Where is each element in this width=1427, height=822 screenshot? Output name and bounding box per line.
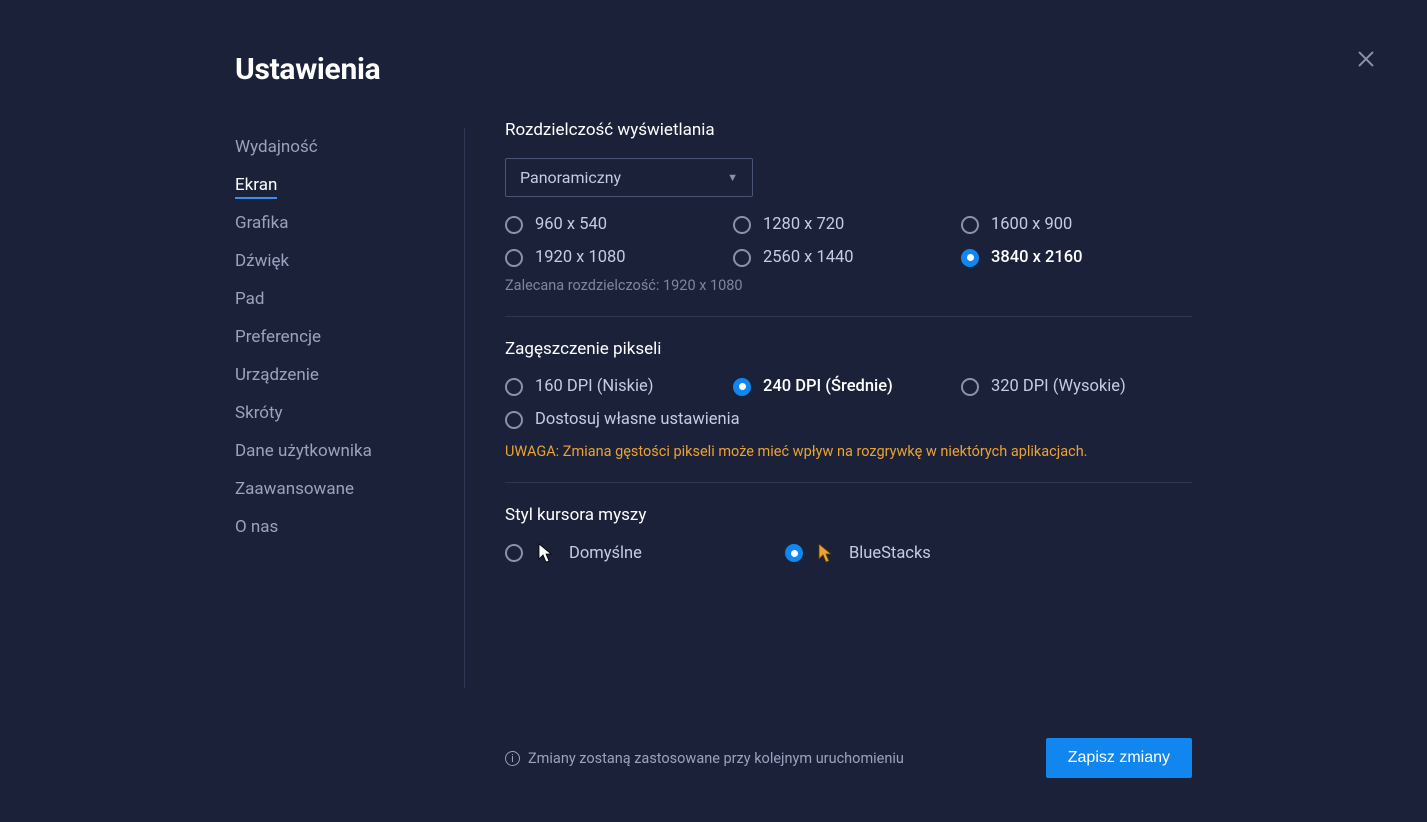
sidebar-item-4[interactable]: Pad bbox=[235, 280, 464, 318]
sidebar-item-5[interactable]: Preferencje bbox=[235, 318, 464, 356]
resolution-option-label: 1280 x 720 bbox=[763, 215, 844, 234]
radio-icon bbox=[505, 544, 523, 562]
resolution-option-5[interactable]: 3840 x 2160 bbox=[961, 248, 1189, 267]
cursor-option-label: Domyślne bbox=[569, 544, 642, 563]
aspect-ratio-value: Panoramiczny bbox=[520, 168, 621, 187]
sidebar-item-3[interactable]: Dźwięk bbox=[235, 242, 464, 280]
radio-icon bbox=[961, 216, 979, 234]
dpi-custom-option[interactable]: Dostosuj własne ustawienia bbox=[505, 410, 1192, 429]
section-title-cursor: Styl kursora myszy bbox=[505, 505, 1192, 525]
sidebar-item-label: Wydajność bbox=[235, 137, 318, 157]
resolution-option-1[interactable]: 1280 x 720 bbox=[733, 215, 961, 234]
radio-icon bbox=[733, 216, 751, 234]
resolution-option-2[interactable]: 1600 x 900 bbox=[961, 215, 1189, 234]
radio-icon bbox=[961, 378, 979, 396]
resolution-option-label: 2560 x 1440 bbox=[763, 248, 854, 267]
page-title: Ustawienia bbox=[235, 52, 380, 87]
save-button[interactable]: Zapisz zmiany bbox=[1046, 738, 1192, 778]
sidebar-item-6[interactable]: Urządzenie bbox=[235, 356, 464, 394]
resolution-option-4[interactable]: 2560 x 1440 bbox=[733, 248, 961, 267]
radio-icon bbox=[733, 249, 751, 267]
dpi-option-2[interactable]: 320 DPI (Wysokie) bbox=[961, 377, 1189, 396]
resolution-option-3[interactable]: 1920 x 1080 bbox=[505, 248, 733, 267]
chevron-down-icon: ▼ bbox=[727, 171, 738, 184]
dpi-option-label: 240 DPI (Średnie) bbox=[763, 377, 893, 396]
resolution-option-label: 1920 x 1080 bbox=[535, 248, 626, 267]
radio-icon bbox=[505, 249, 523, 267]
footer-note-text: Zmiany zostaną zastosowane przy kolejnym… bbox=[528, 750, 904, 767]
sidebar-item-label: Zaawansowane bbox=[235, 479, 354, 499]
radio-icon bbox=[505, 411, 523, 429]
resolution-options: 960 x 540 1280 x 720 1600 x 900 1920 x 1080… bbox=[505, 215, 1192, 267]
cursor-option-label: BlueStacks bbox=[849, 544, 931, 563]
info-icon: i bbox=[505, 751, 520, 766]
dpi-option-1[interactable]: 240 DPI (Średnie) bbox=[733, 377, 961, 396]
divider bbox=[505, 316, 1192, 317]
sidebar-item-label: Grafika bbox=[235, 213, 289, 233]
radio-icon bbox=[505, 378, 523, 396]
sidebar-item-label: Preferencje bbox=[235, 327, 321, 347]
footer-note: i Zmiany zostaną zastosowane przy kolejn… bbox=[505, 750, 904, 767]
dpi-option-label: 160 DPI (Niskie) bbox=[535, 377, 654, 396]
resolution-option-label: 3840 x 2160 bbox=[991, 248, 1083, 267]
close-button[interactable] bbox=[1355, 48, 1379, 72]
cursor-bluestacks-icon bbox=[815, 543, 837, 563]
sidebar-item-0[interactable]: Wydajność bbox=[235, 128, 464, 166]
recommended-resolution: Zalecana rozdzielczość: 1920 x 1080 bbox=[505, 277, 1192, 294]
cursor-option-0[interactable]: Domyślne bbox=[505, 543, 785, 563]
section-title-resolution: Rozdzielczość wyświetlania bbox=[505, 120, 1192, 140]
resolution-option-label: 1600 x 900 bbox=[991, 215, 1072, 234]
sidebar-item-7[interactable]: Skróty bbox=[235, 394, 464, 432]
dpi-warning: UWAGA: Zmiana gęstości pikseli może mieć… bbox=[505, 443, 1192, 460]
close-icon bbox=[1355, 48, 1377, 70]
sidebar-item-label: Pad bbox=[235, 289, 264, 309]
dpi-option-0[interactable]: 160 DPI (Niskie) bbox=[505, 377, 733, 396]
divider bbox=[505, 482, 1192, 483]
cursor-default-icon bbox=[535, 543, 557, 563]
radio-icon bbox=[733, 378, 751, 396]
sidebar-item-2[interactable]: Grafika bbox=[235, 204, 464, 242]
sidebar-item-10[interactable]: O nas bbox=[235, 508, 464, 546]
footer: i Zmiany zostaną zastosowane przy kolejn… bbox=[505, 738, 1192, 778]
sidebar-item-label: Dźwięk bbox=[235, 251, 289, 271]
sidebar: Wydajność Ekran Grafika Dźwięk Pad Preferencj… bbox=[235, 128, 465, 688]
radio-icon bbox=[961, 249, 979, 267]
dpi-option-label: 320 DPI (Wysokie) bbox=[991, 377, 1126, 396]
main-panel: Rozdzielczość wyświetlania Panoramiczny … bbox=[505, 120, 1192, 782]
sidebar-item-9[interactable]: Zaawansowane bbox=[235, 470, 464, 508]
radio-icon bbox=[505, 216, 523, 234]
sidebar-item-label: Ekran bbox=[235, 175, 277, 199]
sidebar-item-8[interactable]: Dane użytkownika bbox=[235, 432, 464, 470]
aspect-ratio-select[interactable]: Panoramiczny ▼ bbox=[505, 158, 753, 197]
sidebar-item-1[interactable]: Ekran bbox=[235, 166, 464, 204]
radio-icon bbox=[785, 544, 803, 562]
sidebar-item-label: Skróty bbox=[235, 403, 283, 423]
cursor-option-1[interactable]: BlueStacks bbox=[785, 543, 1065, 563]
sidebar-item-label: O nas bbox=[235, 517, 278, 537]
resolution-option-0[interactable]: 960 x 540 bbox=[505, 215, 733, 234]
sidebar-item-label: Dane użytkownika bbox=[235, 441, 372, 461]
cursor-options: Domyślne BlueStacks bbox=[505, 543, 1192, 563]
section-title-dpi: Zagęszczenie pikseli bbox=[505, 339, 1192, 359]
dpi-options: 160 DPI (Niskie) 240 DPI (Średnie) 320 DPI… bbox=[505, 377, 1192, 396]
dpi-custom-label: Dostosuj własne ustawienia bbox=[535, 410, 740, 429]
resolution-option-label: 960 x 540 bbox=[535, 215, 607, 234]
sidebar-item-label: Urządzenie bbox=[235, 365, 319, 385]
